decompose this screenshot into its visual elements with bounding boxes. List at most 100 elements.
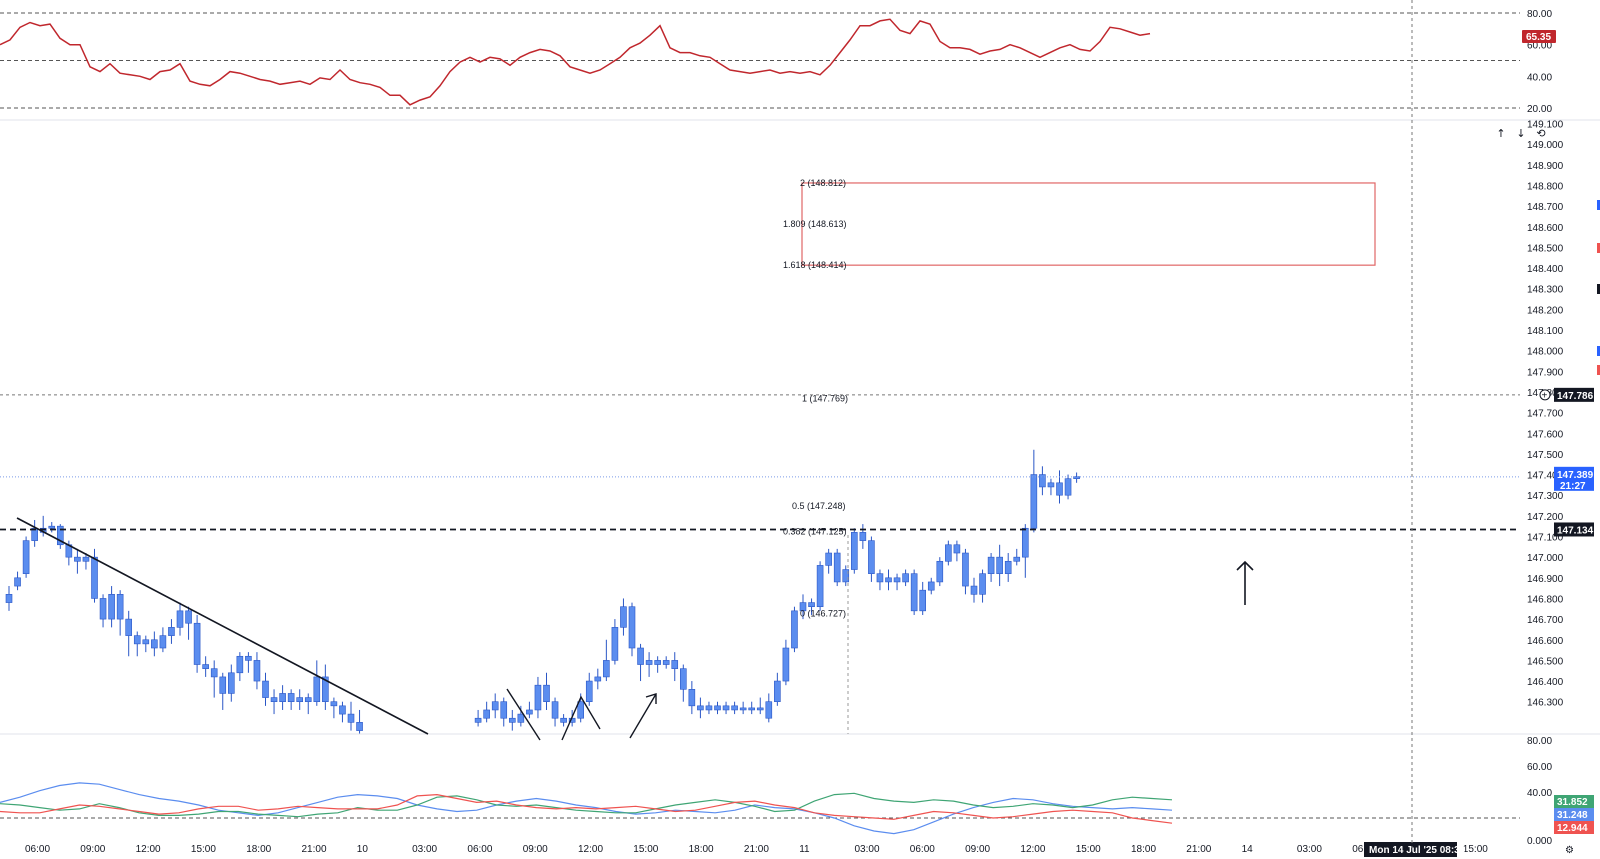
rsi-value-tag-text: 65.35	[1526, 32, 1551, 43]
candle-body	[594, 676, 602, 682]
price-axis-label: 148.100	[1527, 326, 1564, 337]
candle-body	[970, 585, 978, 595]
time-axis-label: 15:00	[1076, 844, 1101, 855]
candle-body	[868, 540, 875, 574]
candle-body	[313, 676, 321, 702]
time-axis-label: 18:00	[246, 844, 271, 855]
arrow-down-icon[interactable]: ↓	[1513, 126, 1529, 142]
trading-chart[interactable]: 80.0060.0040.0020.0065.35149.100149.0001…	[0, 0, 1600, 859]
candle-body	[585, 680, 593, 702]
time-axis-label: 14	[1242, 844, 1254, 855]
time-axis-label: 09:00	[965, 844, 990, 855]
countdown-tag-text: 21:27	[1560, 481, 1586, 492]
candle-body	[91, 556, 98, 599]
candle-body	[279, 693, 286, 703]
candle-body	[193, 622, 201, 665]
time-axis-label: 12:00	[578, 844, 603, 855]
candle-body	[611, 627, 619, 661]
candle-body	[508, 717, 516, 723]
candle-body	[500, 701, 508, 719]
time-axis-label: 03:00	[412, 844, 437, 855]
rsi-line	[0, 18, 1151, 106]
candle-body	[339, 705, 346, 715]
candle-body	[756, 707, 764, 711]
candle-body	[168, 627, 175, 636]
time-axis-label: 15:00	[1463, 844, 1488, 855]
settings-icon: ⚙	[1565, 845, 1574, 856]
fib-label: 2 (148.812)	[800, 178, 846, 188]
rsi-axis-label: 40.00	[1527, 72, 1552, 83]
candle-body	[270, 697, 278, 703]
price-axis-label: 148.300	[1527, 285, 1564, 296]
candle-body	[808, 602, 815, 608]
price-axis-label: 146.700	[1527, 615, 1564, 626]
fib-label: 0 (146.727)	[800, 609, 846, 619]
adx-tag-text: 12.944	[1557, 823, 1588, 834]
candle-body	[714, 705, 721, 711]
fib-label: 1.618 (148.414)	[783, 260, 847, 270]
candle-body	[910, 573, 918, 612]
candle-body	[979, 573, 986, 595]
candle-body	[483, 709, 490, 719]
candle-body	[474, 717, 482, 723]
time-axis-label: 12:00	[1020, 844, 1045, 855]
candle-body	[330, 701, 338, 707]
candle-body	[927, 581, 935, 591]
candle-body	[987, 556, 995, 574]
candle-body	[1021, 527, 1029, 558]
candle-body	[176, 610, 184, 628]
candle-body	[902, 573, 909, 583]
candle-body	[262, 680, 269, 698]
candle-body	[705, 705, 713, 711]
crosshair-time-tag-text: Mon 14 Jul '25 08:30	[1369, 845, 1466, 856]
price-axis-label: 148.200	[1527, 305, 1564, 316]
price-axis-label: 147.000	[1527, 553, 1564, 564]
price-axis-label: 148.500	[1527, 243, 1564, 254]
candle-body	[679, 668, 687, 690]
time-axis-label: 18:00	[1131, 844, 1156, 855]
price-axis-label: 148.700	[1527, 202, 1564, 213]
candle-body	[1064, 478, 1072, 496]
time-axis-label: 21:00	[1186, 844, 1211, 855]
candle-body	[253, 660, 261, 682]
candle-body	[645, 660, 653, 665]
candle-body	[210, 668, 218, 678]
price-axis-label: 147.300	[1527, 491, 1564, 502]
rsi-panel[interactable]	[0, 12, 1520, 109]
price-axis-label: 147.900	[1527, 367, 1564, 378]
candle-body	[953, 544, 961, 554]
level-price-tag-text: 147.134	[1557, 525, 1594, 536]
price-axis-label: 146.300	[1527, 698, 1564, 709]
price-panel[interactable]	[5, 449, 1080, 734]
drawing-overlays[interactable]: 2 (148.812) 1.809 (148.613) 1.618 (148.414…	[0, 0, 1520, 848]
candle-body	[962, 552, 969, 587]
time-axis-label: 09:00	[523, 844, 548, 855]
adx-axis-label: 60.00	[1527, 762, 1552, 773]
price-axis-label: 148.900	[1527, 161, 1564, 172]
candle-body	[5, 594, 13, 603]
candle-body	[236, 655, 244, 674]
candle-body	[22, 540, 30, 574]
candle-body	[133, 635, 141, 645]
candle-body	[936, 560, 944, 583]
candle-body	[1004, 560, 1012, 574]
candle-body	[296, 697, 304, 703]
candle-body	[774, 680, 781, 702]
candle-body	[142, 639, 150, 645]
candle-body	[356, 722, 363, 731]
rsi-axis-label: 20.00	[1527, 104, 1552, 115]
candle-body	[82, 556, 90, 562]
candle-body	[151, 639, 158, 649]
candle-body	[577, 701, 585, 719]
arrow-up-icon[interactable]: ↑	[1493, 126, 1509, 142]
time-axis[interactable]: 06:00 09:00 12:00 15:00 18:00 21:00 10 03:00 06:…	[25, 842, 1574, 857]
reset-icon[interactable]: ⟲	[1533, 126, 1549, 142]
price-axis-label: 146.900	[1527, 574, 1564, 585]
candle-body	[1013, 556, 1021, 562]
candle-body	[14, 577, 21, 587]
candle-body	[185, 610, 192, 624]
adx-panel[interactable]	[0, 782, 1520, 835]
candle-body	[825, 552, 832, 566]
time-axis-label: 06	[1352, 844, 1364, 855]
candle-body	[739, 707, 747, 711]
